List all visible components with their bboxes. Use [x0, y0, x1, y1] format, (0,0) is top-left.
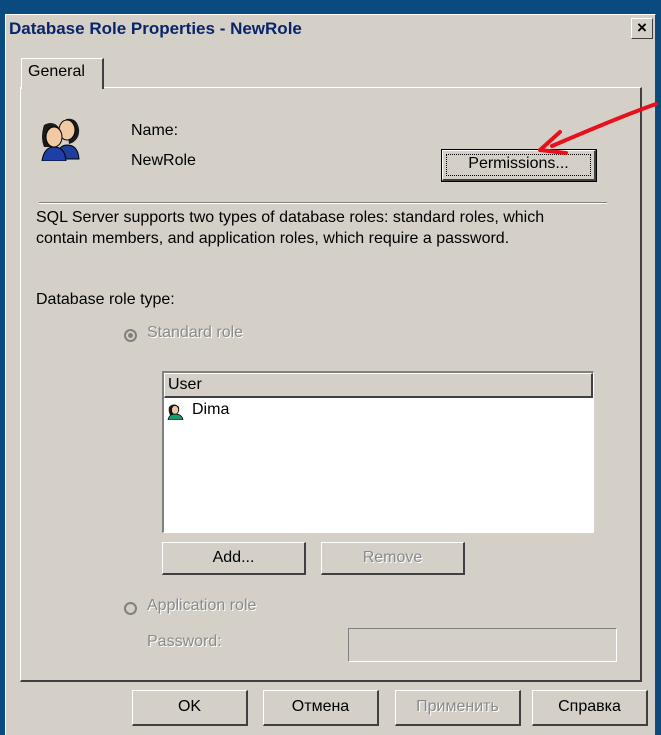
member-name: Dima — [192, 401, 230, 418]
remove-button-label: Remove — [362, 549, 423, 566]
title-bar[interactable]: Database Role Properties - NewRole × — [7, 15, 654, 45]
password-label: Password: — [147, 633, 222, 650]
standard-role-label[interactable]: Standard role — [147, 324, 243, 342]
password-field[interactable] — [348, 628, 617, 662]
members-table[interactable]: User Dima — [162, 371, 594, 533]
name-label: Name: — [131, 122, 179, 139]
role-icon — [41, 118, 80, 161]
cancel-button[interactable]: Отмена — [263, 690, 379, 726]
description-line-1: SQL Server supports two types of databas… — [36, 209, 545, 226]
ok-button-label: OK — [177, 698, 202, 715]
close-button[interactable]: × — [631, 18, 653, 39]
user-icon — [167, 404, 184, 420]
ok-button[interactable]: OK — [132, 690, 248, 726]
close-icon: × — [637, 18, 647, 37]
radio-selected-dot — [128, 333, 133, 338]
permissions-button[interactable]: Permissions... — [441, 149, 597, 182]
application-role-radio[interactable] — [124, 602, 137, 615]
help-button[interactable]: Справка — [532, 690, 648, 726]
column-header-user[interactable]: User — [164, 373, 593, 398]
standard-role-radio[interactable] — [124, 329, 137, 342]
dialog-window: Database Role Properties - NewRole × Gen… — [5, 14, 656, 735]
help-button-label: Справка — [558, 698, 621, 715]
window-title: Database Role Properties - NewRole — [9, 19, 302, 38]
name-value: NewRole — [131, 152, 196, 169]
apply-button[interactable]: Применить — [395, 690, 521, 726]
description-line-2: contain members, and application roles, … — [36, 230, 510, 247]
separator — [39, 202, 607, 204]
focus-rectangle — [446, 154, 591, 176]
cancel-button-label: Отмена — [291, 698, 350, 715]
add-button-label: Add... — [212, 549, 255, 566]
general-panel: Name: NewRole Permissions... SQL Server … — [20, 87, 642, 682]
apply-button-label: Применить — [416, 698, 499, 715]
application-role-label[interactable]: Application role — [147, 597, 256, 615]
remove-button[interactable]: Remove — [321, 542, 465, 575]
role-type-label: Database role type: — [36, 291, 175, 308]
tab-general[interactable]: General — [21, 58, 104, 89]
add-button[interactable]: Add... — [162, 542, 306, 575]
